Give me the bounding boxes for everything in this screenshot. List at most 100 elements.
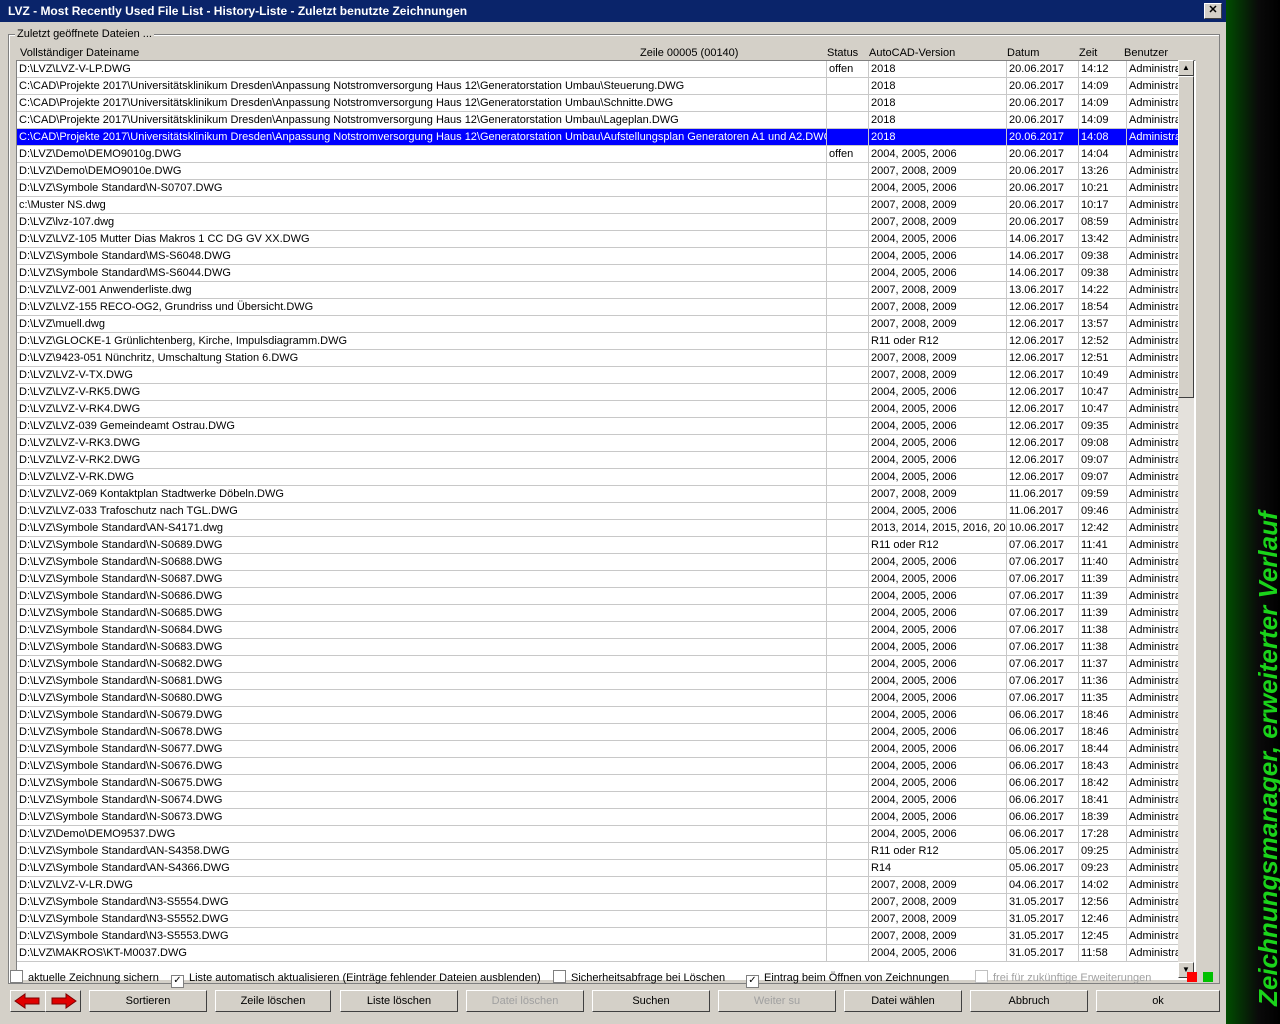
table-row[interactable]: D:\LVZ\Symbole Standard\N-S0686.DWG 2004,… — [17, 588, 1193, 605]
table-row[interactable]: D:\LVZ\LVZ-033 Trafoschutz nach TGL.DWG 2… — [17, 503, 1193, 520]
cell-status — [827, 469, 869, 485]
table-row[interactable]: D:\LVZ\LVZ-155 RECO-OG2, Grundriss und Ü… — [17, 299, 1193, 316]
cell-date: 20.06.2017 — [1007, 78, 1079, 94]
table-row[interactable]: C:\CAD\Projekte 2017\Universitätskliniku… — [17, 129, 1193, 146]
cell-date: 20.06.2017 — [1007, 61, 1079, 77]
delete-file-button[interactable]: Datei löschen — [466, 990, 584, 1012]
col-filename[interactable]: Vollständiger Dateiname — [20, 47, 139, 59]
cell-date: 12.06.2017 — [1007, 333, 1079, 349]
delete-row-button[interactable]: Zeile löschen — [215, 990, 331, 1012]
table-row[interactable]: D:\LVZ\muell.dwg 2007, 2008, 2009 12.06.20… — [17, 316, 1193, 333]
table-row[interactable]: D:\LVZ\LVZ-V-RK3.DWG 2004, 2005, 2006 12.0… — [17, 435, 1193, 452]
table-row[interactable]: D:\LVZ\Symbole Standard\N-S0689.DWG R11 o… — [17, 537, 1193, 554]
cell-status: offen — [827, 146, 869, 162]
table-row[interactable]: D:\LVZ\Demo\DEMO9010g.DWG offen 2004, 2005… — [17, 146, 1193, 163]
table-row[interactable]: C:\CAD\Projekte 2017\Universitätskliniku… — [17, 78, 1193, 95]
search-button[interactable]: Suchen — [592, 990, 710, 1012]
table-row[interactable]: C:\CAD\Projekte 2017\Universitätskliniku… — [17, 95, 1193, 112]
table-row[interactable]: D:\LVZ\Symbole Standard\N-S0676.DWG 2004,… — [17, 758, 1193, 775]
table-row[interactable]: D:\LVZ\LVZ-001 Anwenderliste.dwg 2007, 20… — [17, 282, 1193, 299]
table-row[interactable]: D:\LVZ\Symbole Standard\N-S0684.DWG 2004,… — [17, 622, 1193, 639]
table-row[interactable]: D:\LVZ\Symbole Standard\AN-S4366.DWG R14 0… — [17, 860, 1193, 877]
delete-confirm-checkbox[interactable]: Sicherheitsabfrage bei Löschen — [553, 970, 725, 986]
table-row[interactable]: D:\LVZ\LVZ-V-RK2.DWG 2004, 2005, 2006 12.0… — [17, 452, 1193, 469]
table-row[interactable]: D:\LVZ\Symbole Standard\AN-S4358.DWG R11 … — [17, 843, 1193, 860]
vertical-scrollbar[interactable]: ▲ ▼ — [1178, 60, 1194, 978]
col-date[interactable]: Datum — [1007, 47, 1039, 59]
cancel-button[interactable]: Abbruch — [970, 990, 1088, 1012]
cell-time: 17:28 — [1079, 826, 1127, 842]
table-row[interactable]: D:\LVZ\Symbole Standard\N3-S5553.DWG 2007… — [17, 928, 1193, 945]
cell-file: D:\LVZ\muell.dwg — [17, 316, 827, 332]
close-button[interactable]: ✕ — [1204, 3, 1222, 19]
table-row[interactable]: D:\LVZ\Symbole Standard\MS-S6044.DWG 2004… — [17, 265, 1193, 282]
sort-button[interactable]: Sortieren — [89, 990, 207, 1012]
table-row[interactable]: D:\LVZ\Symbole Standard\N-S0707.DWG 2004,… — [17, 180, 1193, 197]
table-row[interactable]: D:\LVZ\Symbole Standard\N-S0677.DWG 2004,… — [17, 741, 1193, 758]
clear-list-button[interactable]: Liste löschen — [340, 990, 458, 1012]
select-file-button[interactable]: Datei wählen — [844, 990, 962, 1012]
cell-version: R11 oder R12 — [869, 843, 1007, 859]
table-row[interactable]: D:\LVZ\Symbole Standard\N-S0681.DWG 2004,… — [17, 673, 1193, 690]
cell-time: 11:40 — [1079, 554, 1127, 570]
file-list[interactable]: D:\LVZ\LVZ-V-LP.DWG offen 2018 20.06.2017 14… — [16, 60, 1196, 980]
col-version[interactable]: AutoCAD-Version — [869, 47, 955, 59]
table-row[interactable]: D:\LVZ\Symbole Standard\N-S0680.DWG 2004,… — [17, 690, 1193, 707]
table-row[interactable]: D:\LVZ\LVZ-039 Gemeindeamt Ostrau.DWG 200… — [17, 418, 1193, 435]
table-row[interactable]: D:\LVZ\LVZ-V-TX.DWG 2007, 2008, 2009 12.06… — [17, 367, 1193, 384]
table-row[interactable]: D:\LVZ\Demo\DEMO9010e.DWG 2007, 2008, 200… — [17, 163, 1193, 180]
auto-refresh-checkbox[interactable]: ✓ Liste automatisch aktualisieren (Einträ… — [171, 970, 541, 988]
table-row[interactable]: C:\CAD\Projekte 2017\Universitätskliniku… — [17, 112, 1193, 129]
table-row[interactable]: D:\LVZ\Symbole Standard\N3-S5552.DWG 2007… — [17, 911, 1193, 928]
table-row[interactable]: D:\LVZ\Symbole Standard\N-S0674.DWG 2004,… — [17, 792, 1193, 809]
table-row[interactable]: D:\LVZ\Symbole Standard\N-S0678.DWG 2004,… — [17, 724, 1193, 741]
table-row[interactable]: D:\LVZ\Symbole Standard\N3-S5554.DWG 2007… — [17, 894, 1193, 911]
scroll-up-icon[interactable]: ▲ — [1178, 60, 1194, 76]
table-row[interactable]: D:\LVZ\9423-051 Nünchritz, Umschaltung S… — [17, 350, 1193, 367]
table-row[interactable]: D:\LVZ\LVZ-V-LP.DWG offen 2018 20.06.2017 14… — [17, 61, 1193, 78]
save-current-checkbox[interactable]: aktuelle Zeichnung sichern — [10, 970, 159, 986]
search-next-button[interactable]: Weiter su — [718, 990, 836, 1012]
cell-status — [827, 945, 869, 961]
table-row[interactable]: D:\LVZ\lvz-107.dwg 2007, 2008, 2009 20.06.… — [17, 214, 1193, 231]
table-row[interactable]: D:\LVZ\LVZ-V-RK5.DWG 2004, 2005, 2006 12.0… — [17, 384, 1193, 401]
cell-file: D:\LVZ\Symbole Standard\N-S0707.DWG — [17, 180, 827, 196]
col-user[interactable]: Benutzer — [1124, 47, 1168, 59]
table-row[interactable]: D:\LVZ\LVZ-V-LR.DWG 2007, 2008, 2009 04.06… — [17, 877, 1193, 894]
table-row[interactable]: D:\LVZ\Demo\DEMO9537.DWG 2004, 2005, 2006… — [17, 826, 1193, 843]
table-row[interactable]: D:\LVZ\Symbole Standard\AN-S4171.dwg 2013… — [17, 520, 1193, 537]
cell-file: D:\LVZ\Symbole Standard\N-S0673.DWG — [17, 809, 827, 825]
cell-date: 12.06.2017 — [1007, 435, 1079, 451]
cell-file: C:\CAD\Projekte 2017\Universitätskliniku… — [17, 78, 827, 94]
ok-button[interactable]: ok — [1096, 990, 1220, 1012]
cell-status — [827, 214, 869, 230]
cell-status — [827, 486, 869, 502]
cell-status — [827, 248, 869, 264]
cell-file: D:\LVZ\9423-051 Nünchritz, Umschaltung S… — [17, 350, 827, 366]
arrow-left-icon[interactable] — [10, 990, 46, 1012]
table-row[interactable]: D:\LVZ\MAKROS\KT-M0037.DWG 2004, 2005, 20… — [17, 945, 1193, 962]
arrow-right-icon[interactable] — [45, 990, 81, 1012]
table-row[interactable]: D:\LVZ\Symbole Standard\N-S0675.DWG 2004,… — [17, 775, 1193, 792]
table-row[interactable]: D:\LVZ\LVZ-105 Mutter Dias Makros 1 CC D… — [17, 231, 1193, 248]
cell-date: 06.06.2017 — [1007, 707, 1079, 723]
scroll-thumb[interactable] — [1178, 76, 1194, 398]
table-row[interactable]: D:\LVZ\Symbole Standard\N-S0683.DWG 2004,… — [17, 639, 1193, 656]
table-row[interactable]: D:\LVZ\LVZ-069 Kontaktplan Stadtwerke Dö… — [17, 486, 1193, 503]
table-row[interactable]: D:\LVZ\LVZ-V-RK4.DWG 2004, 2005, 2006 12.0… — [17, 401, 1193, 418]
table-row[interactable]: D:\LVZ\Symbole Standard\N-S0685.DWG 2004,… — [17, 605, 1193, 622]
cell-date: 11.06.2017 — [1007, 503, 1079, 519]
table-row[interactable]: D:\LVZ\Symbole Standard\N-S0688.DWG 2004,… — [17, 554, 1193, 571]
table-row[interactable]: D:\LVZ\Symbole Standard\N-S0682.DWG 2004,… — [17, 656, 1193, 673]
table-row[interactable]: D:\LVZ\Symbole Standard\MS-S6048.DWG 2004… — [17, 248, 1193, 265]
table-row[interactable]: D:\LVZ\Symbole Standard\N-S0687.DWG 2004,… — [17, 571, 1193, 588]
table-row[interactable]: D:\LVZ\Symbole Standard\N-S0673.DWG 2004,… — [17, 809, 1193, 826]
table-row[interactable]: D:\LVZ\Symbole Standard\N-S0679.DWG 2004,… — [17, 707, 1193, 724]
table-row[interactable]: c:\Muster NS.dwg 2007, 2008, 2009 20.06.20… — [17, 197, 1193, 214]
col-time[interactable]: Zeit — [1079, 47, 1097, 59]
table-row[interactable]: D:\LVZ\LVZ-V-RK.DWG 2004, 2005, 2006 12.06… — [17, 469, 1193, 486]
cell-version: 2004, 2005, 2006 — [869, 384, 1007, 400]
table-row[interactable]: D:\LVZ\GLOCKE-1 Grünlichtenberg, Kirche,… — [17, 333, 1193, 350]
record-on-open-checkbox[interactable]: ✓ Eintrag beim Öffnen von Zeichnungen — [746, 970, 949, 988]
col-status[interactable]: Status — [827, 47, 858, 59]
